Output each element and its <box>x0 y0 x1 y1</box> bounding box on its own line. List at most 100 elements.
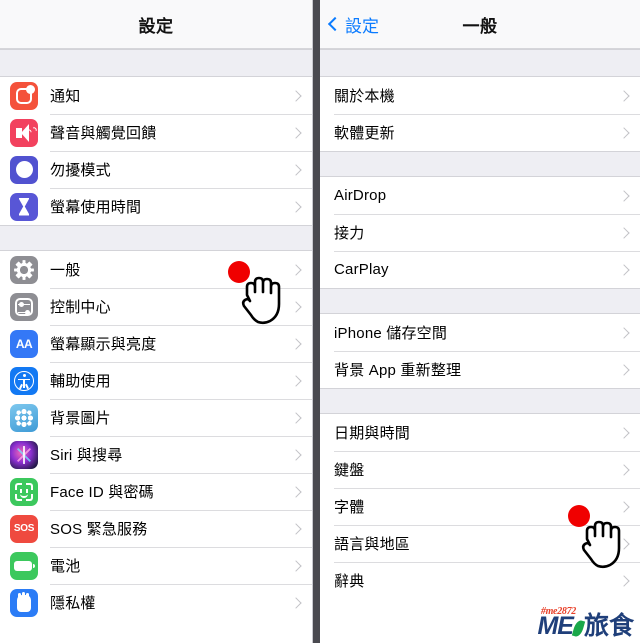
chevron-right-icon <box>290 126 302 139</box>
chevron-right-icon <box>618 263 630 276</box>
row-label: 語言與地區 <box>334 536 411 553</box>
general-row-software-update[interactable]: 軟體更新 <box>320 114 640 151</box>
control-center-icon <box>10 292 38 321</box>
chevron-right-icon <box>618 326 630 339</box>
general-row-background-app-refresh[interactable]: 背景 App 重新整理 <box>320 351 640 388</box>
wallpaper-icon <box>10 403 38 432</box>
battery-icon <box>10 551 38 580</box>
general-row-iphone-storage[interactable]: iPhone 儲存空間 <box>320 314 640 351</box>
settings-row-sounds-haptics[interactable]: 聲音與觸覺回饋 <box>0 114 312 151</box>
settings-row-general[interactable]: 一般 <box>0 251 312 288</box>
face-id-icon <box>10 477 38 506</box>
row-label: 電池 <box>50 558 81 575</box>
watermark-brand: ME 旅食 <box>537 614 634 639</box>
right-section-1: 關於本機 軟體更新 <box>320 77 640 151</box>
general-row-dictionary[interactable]: 辭典 <box>320 562 640 599</box>
notifications-icon <box>10 81 38 110</box>
settings-row-privacy[interactable]: 隱私權 <box>0 584 312 621</box>
chevron-right-icon <box>618 226 630 239</box>
general-settings-panel: 設定 一般 關於本機 軟體更新 AirDrop 接力 CarPlay iPhon… <box>320 0 640 643</box>
general-row-airdrop[interactable]: AirDrop <box>320 177 640 214</box>
chevron-right-icon <box>290 596 302 609</box>
right-section-3: iPhone 儲存空間 背景 App 重新整理 <box>320 314 640 388</box>
chevron-right-icon <box>290 300 302 313</box>
general-row-language-region[interactable]: 語言與地區 <box>320 525 640 562</box>
watermark-brand-cjk: 旅食 <box>583 612 634 640</box>
row-label: 鍵盤 <box>334 462 365 479</box>
left-page-title: 設定 <box>138 16 174 36</box>
general-row-fonts[interactable]: 字體 <box>320 488 640 525</box>
chevron-right-icon <box>290 559 302 572</box>
row-label: 控制中心 <box>50 299 111 316</box>
settings-list-panel: 設定 通知 聲音與觸覺回饋 勿擾模式 螢幕使用時間 一般 控制中心 AA 螢幕顯… <box>0 0 313 643</box>
row-label: 日期與時間 <box>334 425 411 442</box>
general-row-date-time[interactable]: 日期與時間 <box>320 414 640 451</box>
general-row-keyboard[interactable]: 鍵盤 <box>320 451 640 488</box>
settings-row-accessibility[interactable]: 輔助使用 <box>0 362 312 399</box>
screen-time-icon <box>10 192 38 221</box>
chevron-right-icon <box>290 263 302 276</box>
settings-row-emergency-sos[interactable]: SOS SOS 緊急服務 <box>0 510 312 547</box>
left-section-1: 通知 聲音與觸覺回饋 勿擾模式 螢幕使用時間 <box>0 77 312 225</box>
settings-row-face-id[interactable]: Face ID 與密碼 <box>0 473 312 510</box>
section-gap <box>320 288 640 314</box>
back-button-label: 設定 <box>345 16 379 36</box>
settings-row-battery[interactable]: 電池 <box>0 547 312 584</box>
settings-row-display-brightness[interactable]: AA 螢幕顯示與亮度 <box>0 325 312 362</box>
watermark-logo: #me2872 ME 旅食 <box>537 607 634 639</box>
chevron-left-icon <box>327 16 343 32</box>
chevron-right-icon <box>618 537 630 550</box>
chevron-right-icon <box>618 363 630 376</box>
chevron-right-icon <box>290 448 302 461</box>
watermark-brand-latin: ME <box>537 612 573 640</box>
settings-row-wallpaper[interactable]: 背景圖片 <box>0 399 312 436</box>
general-row-handoff[interactable]: 接力 <box>320 214 640 251</box>
section-gap <box>320 151 640 177</box>
row-label: 背景圖片 <box>50 410 111 427</box>
watermark-tag: #me2872 <box>540 606 576 617</box>
right-section-4: 日期與時間 鍵盤 字體 語言與地區 辭典 <box>320 414 640 599</box>
section-gap <box>320 49 640 77</box>
row-label: 軟體更新 <box>334 125 395 142</box>
settings-row-screen-time[interactable]: 螢幕使用時間 <box>0 188 312 225</box>
chevron-right-icon <box>618 574 630 587</box>
section-gap <box>0 225 312 251</box>
row-label: 背景 App 重新整理 <box>334 362 462 379</box>
siri-search-icon <box>10 440 38 469</box>
chevron-right-icon <box>290 522 302 535</box>
row-label: CarPlay <box>334 261 389 278</box>
row-label: 一般 <box>50 262 81 279</box>
display-brightness-icon: AA <box>10 329 38 358</box>
chevron-right-icon <box>290 200 302 213</box>
settings-row-siri-search[interactable]: Siri 與搜尋 <box>0 436 312 473</box>
settings-row-control-center[interactable]: 控制中心 <box>0 288 312 325</box>
row-label: SOS 緊急服務 <box>50 521 148 538</box>
right-section-2: AirDrop 接力 CarPlay <box>320 177 640 288</box>
left-section-2: 一般 控制中心 AA 螢幕顯示與亮度 輔助使用 背景圖片 Siri 與搜尋 Fa… <box>0 251 312 621</box>
section-gap <box>0 49 312 77</box>
chevron-right-icon <box>290 411 302 424</box>
settings-row-do-not-disturb[interactable]: 勿擾模式 <box>0 151 312 188</box>
row-label: AirDrop <box>334 187 387 204</box>
settings-row-notifications[interactable]: 通知 <box>0 77 312 114</box>
chevron-right-icon <box>290 485 302 498</box>
do-not-disturb-icon <box>10 155 38 184</box>
row-label: 關於本機 <box>334 88 395 105</box>
row-label: Siri 與搜尋 <box>50 447 123 464</box>
section-gap <box>320 388 640 414</box>
row-label: 隱私權 <box>50 595 96 612</box>
general-row-about[interactable]: 關於本機 <box>320 77 640 114</box>
general-row-carplay[interactable]: CarPlay <box>320 251 640 288</box>
leaf-icon <box>571 619 586 638</box>
row-label: 輔助使用 <box>50 373 111 390</box>
sounds-haptics-icon <box>10 118 38 147</box>
row-label: 通知 <box>50 88 81 105</box>
right-page-title: 一般 <box>462 16 498 36</box>
back-button[interactable]: 設定 <box>327 0 379 48</box>
chevron-right-icon <box>290 374 302 387</box>
chevron-right-icon <box>290 163 302 176</box>
row-label: 接力 <box>334 225 365 242</box>
accessibility-icon <box>10 366 38 395</box>
chevron-right-icon <box>290 89 302 102</box>
row-label: 字體 <box>334 499 365 516</box>
